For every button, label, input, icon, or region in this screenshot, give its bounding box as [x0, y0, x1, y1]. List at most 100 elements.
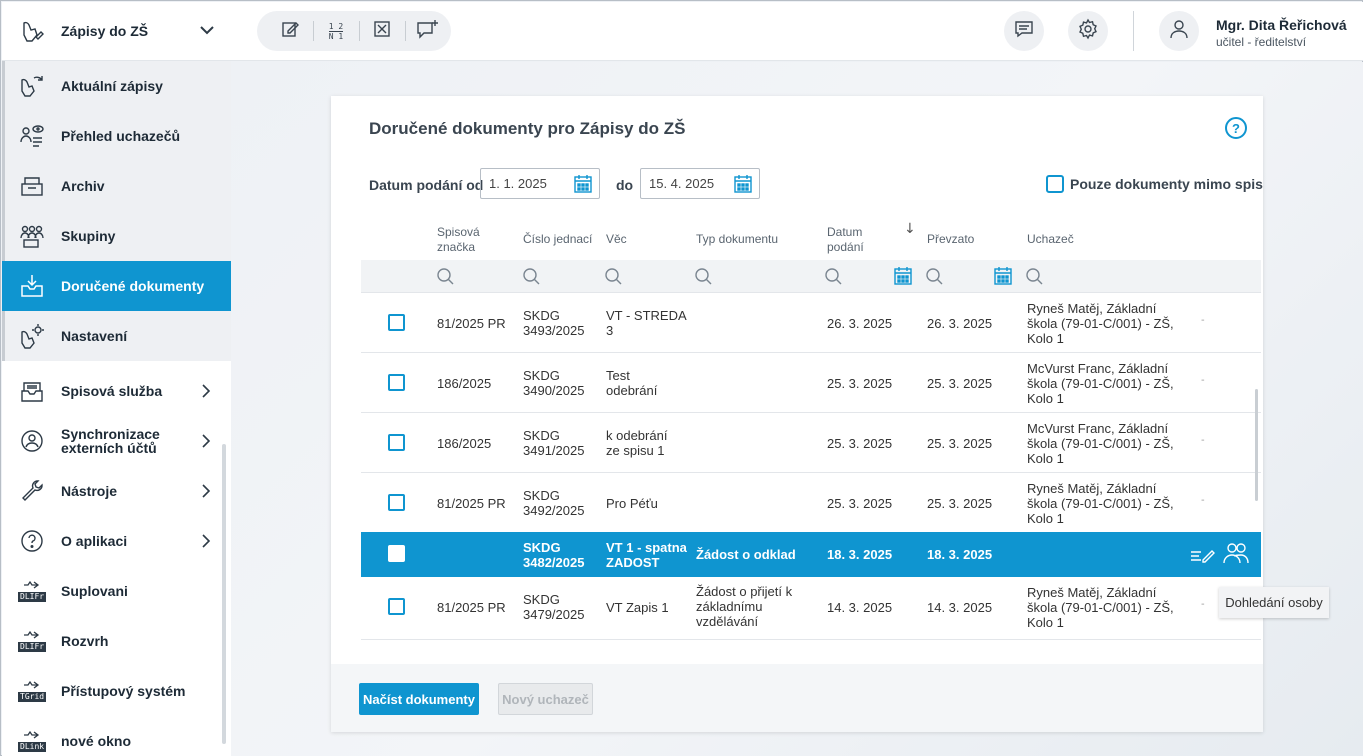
cell-typ: Žádost o přijetí k základnímu vzdělávání [696, 584, 792, 629]
col-typ-dokumentu[interactable]: Typ dokumentu [696, 232, 778, 247]
calendar-icon[interactable] [573, 174, 593, 197]
sidebar-item-label: Nástroje [61, 483, 118, 499]
top-bar: 1 2 N 1 Mgr. Dita Řeřichová učitel - řed… [231, 2, 1363, 61]
search-icon[interactable] [436, 267, 454, 289]
cell-typ-line3: vzdělávání [696, 614, 759, 629]
cell-cj-line1: SKDG [523, 540, 561, 555]
archive-box-icon [18, 172, 46, 200]
cell-typ: Žádost o odklad [696, 547, 796, 562]
search-icon[interactable] [1025, 267, 1043, 289]
sidebar-item-aktualni-zapisy[interactable]: Aktuální zápisy [2, 61, 231, 111]
sidebar-item-dorucene-dokumenty[interactable]: Doručené dokumenty [2, 261, 231, 311]
cell-spis: 186/2025 [437, 376, 492, 391]
cell-datum: 25. 3. 2025 [827, 496, 893, 511]
edit-button[interactable] [267, 11, 313, 51]
close-box-icon [372, 19, 392, 43]
sidebar-item-nastroje[interactable]: Nástroje [2, 466, 231, 516]
table-row[interactable]: 186/2025 SKDG 3490/2025 Test odebrání 25. … [361, 352, 1261, 412]
col-vec[interactable]: Věc [606, 232, 627, 247]
chevron-down-icon[interactable] [199, 24, 215, 39]
cell-cj-line2: 3493/2025 [523, 323, 585, 338]
date-to-input[interactable]: 15. 4. 2025 [640, 168, 760, 199]
messages-button[interactable] [1004, 11, 1044, 51]
cell-cj-line2: 3479/2025 [523, 607, 585, 622]
search-icon[interactable] [824, 267, 842, 289]
date-to-value: 15. 4. 2025 [649, 176, 715, 191]
settings-button[interactable] [1068, 11, 1108, 51]
col-prevzato[interactable]: Převzato [927, 232, 974, 247]
cell-uchazec: McVurst Franc, Základní škola (79-01-C/00… [1027, 361, 1174, 406]
row-checkbox[interactable] [388, 434, 405, 451]
search-icon[interactable] [522, 267, 540, 289]
calendar-icon[interactable] [893, 266, 913, 290]
module-icon: DLink [18, 727, 47, 755]
avatar[interactable] [1159, 11, 1199, 51]
edit-icon [280, 19, 300, 43]
cell-vec-line2: ze spisu 1 [606, 443, 665, 458]
sidebar-item-skupiny[interactable]: Skupiny [2, 211, 231, 261]
help-button[interactable]: ? [1225, 117, 1247, 139]
search-icon[interactable] [925, 267, 943, 289]
module-icon: DLIFr [18, 577, 47, 605]
filter-row [361, 260, 1261, 292]
numbering-button[interactable]: 1 2 N 1 [313, 11, 359, 51]
sidebar-item-synchronizace[interactable]: Synchronizace externích účtů [2, 416, 231, 466]
table-scrollbar[interactable] [1255, 389, 1258, 501]
row-checkbox[interactable] [388, 545, 405, 562]
col-uchazec[interactable]: Uchazeč [1027, 232, 1074, 247]
sidebar-item-suplovani[interactable]: DLIFr Suplovani [2, 566, 231, 616]
date-from-input[interactable]: 1. 1. 2025 [480, 168, 600, 199]
close-box-button[interactable] [359, 11, 405, 51]
inbox-download-icon [18, 272, 46, 300]
table-row[interactable]: 81/2025 PR SKDG 3493/2025 VT - STREDA 3 26… [361, 292, 1261, 352]
date-from-label: Datum podání od [369, 177, 484, 193]
cell-uchazec-line2: škola (79-01-C/001) - ZŠ, [1027, 436, 1174, 451]
load-documents-button[interactable]: Načíst dokumenty [359, 683, 479, 715]
sidebar-header-zapisy[interactable]: Zápisy do ZŠ [2, 2, 231, 61]
col-cislo-jednaci[interactable]: Číslo jednací [523, 232, 592, 247]
row-checkbox[interactable] [388, 598, 405, 615]
col-spisova-znacka[interactable]: Spisová značka [437, 225, 480, 255]
row-checkbox[interactable] [388, 494, 405, 511]
cell-cj: SKDG 3492/2025 [523, 488, 584, 518]
people-eye-icon [18, 122, 46, 150]
sidebar-item-o-aplikaci[interactable]: O aplikaci [2, 516, 231, 566]
find-person-icon[interactable] [1222, 541, 1250, 571]
cell-uchazec-line3: Kolo 1 [1027, 451, 1064, 466]
cell-dash: - [1201, 375, 1205, 386]
sidebar-item-spisova-sluzba[interactable]: Spisová služba [2, 366, 231, 416]
cell-vec: VT Zapis 1 [606, 600, 669, 615]
table-row[interactable]: 81/2025 PR SKDG 3479/2025 VT Zapis 1 Žádo… [361, 577, 1261, 639]
chevron-right-icon [201, 533, 211, 553]
cell-cj: SKDG 3490/2025 [523, 368, 584, 398]
sidebar-scrollbar[interactable] [222, 444, 226, 744]
sidebar-item-nove-okno[interactable]: DLink nové okno [2, 716, 231, 756]
cell-prevzato: 25. 3. 2025 [927, 376, 993, 391]
calendar-icon[interactable] [993, 266, 1013, 290]
sidebar-item-archiv[interactable]: Archiv [2, 161, 231, 211]
table-row-selected[interactable]: SKDG 3482/2025 VT 1 - spatna ZADOST Žádost… [361, 532, 1261, 577]
cell-uchazec: McVurst Franc, Základní škola (79-01-C/00… [1027, 421, 1174, 466]
row-checkbox[interactable] [388, 314, 405, 331]
search-icon[interactable] [604, 267, 622, 289]
table-row[interactable]: 186/2025 SKDG 3491/2025 k odebrání ze spis… [361, 412, 1261, 472]
outside-file-filter[interactable]: Pouze dokumenty mimo spis [1046, 175, 1263, 193]
sort-desc-icon[interactable]: ↓ [904, 221, 916, 237]
sidebar-item-pristupovy-system[interactable]: TGrid Přístupový systém [2, 666, 231, 716]
user-name[interactable]: Mgr. Dita Řeřichová [1216, 17, 1347, 33]
chevron-right-icon [201, 383, 211, 403]
sidebar-item-rozvrh[interactable]: DLIFr Rozvrh [2, 616, 231, 666]
edit-list-icon[interactable] [1189, 544, 1215, 568]
search-icon[interactable] [694, 267, 712, 289]
sidebar-item-nastaveni[interactable]: Nastavení [2, 311, 231, 361]
cell-uchazec-line1: Ryneš Matěj, Základní [1027, 301, 1157, 316]
sidebar-item-label: O aplikaci [61, 533, 128, 549]
outside-file-checkbox[interactable] [1046, 175, 1064, 193]
col-datum-podani[interactable]: Datum podání [827, 225, 864, 255]
comment-add-button[interactable] [405, 11, 451, 51]
table-row[interactable]: 81/2025 PR SKDG 3492/2025 Pro Péťu 25. 3.… [361, 472, 1261, 532]
row-checkbox[interactable] [388, 374, 405, 391]
cell-uchazec-line3: Kolo 1 [1027, 331, 1064, 346]
sidebar-item-prehled-uchazecu[interactable]: Přehled uchazečů [2, 111, 231, 161]
calendar-icon[interactable] [733, 174, 753, 197]
